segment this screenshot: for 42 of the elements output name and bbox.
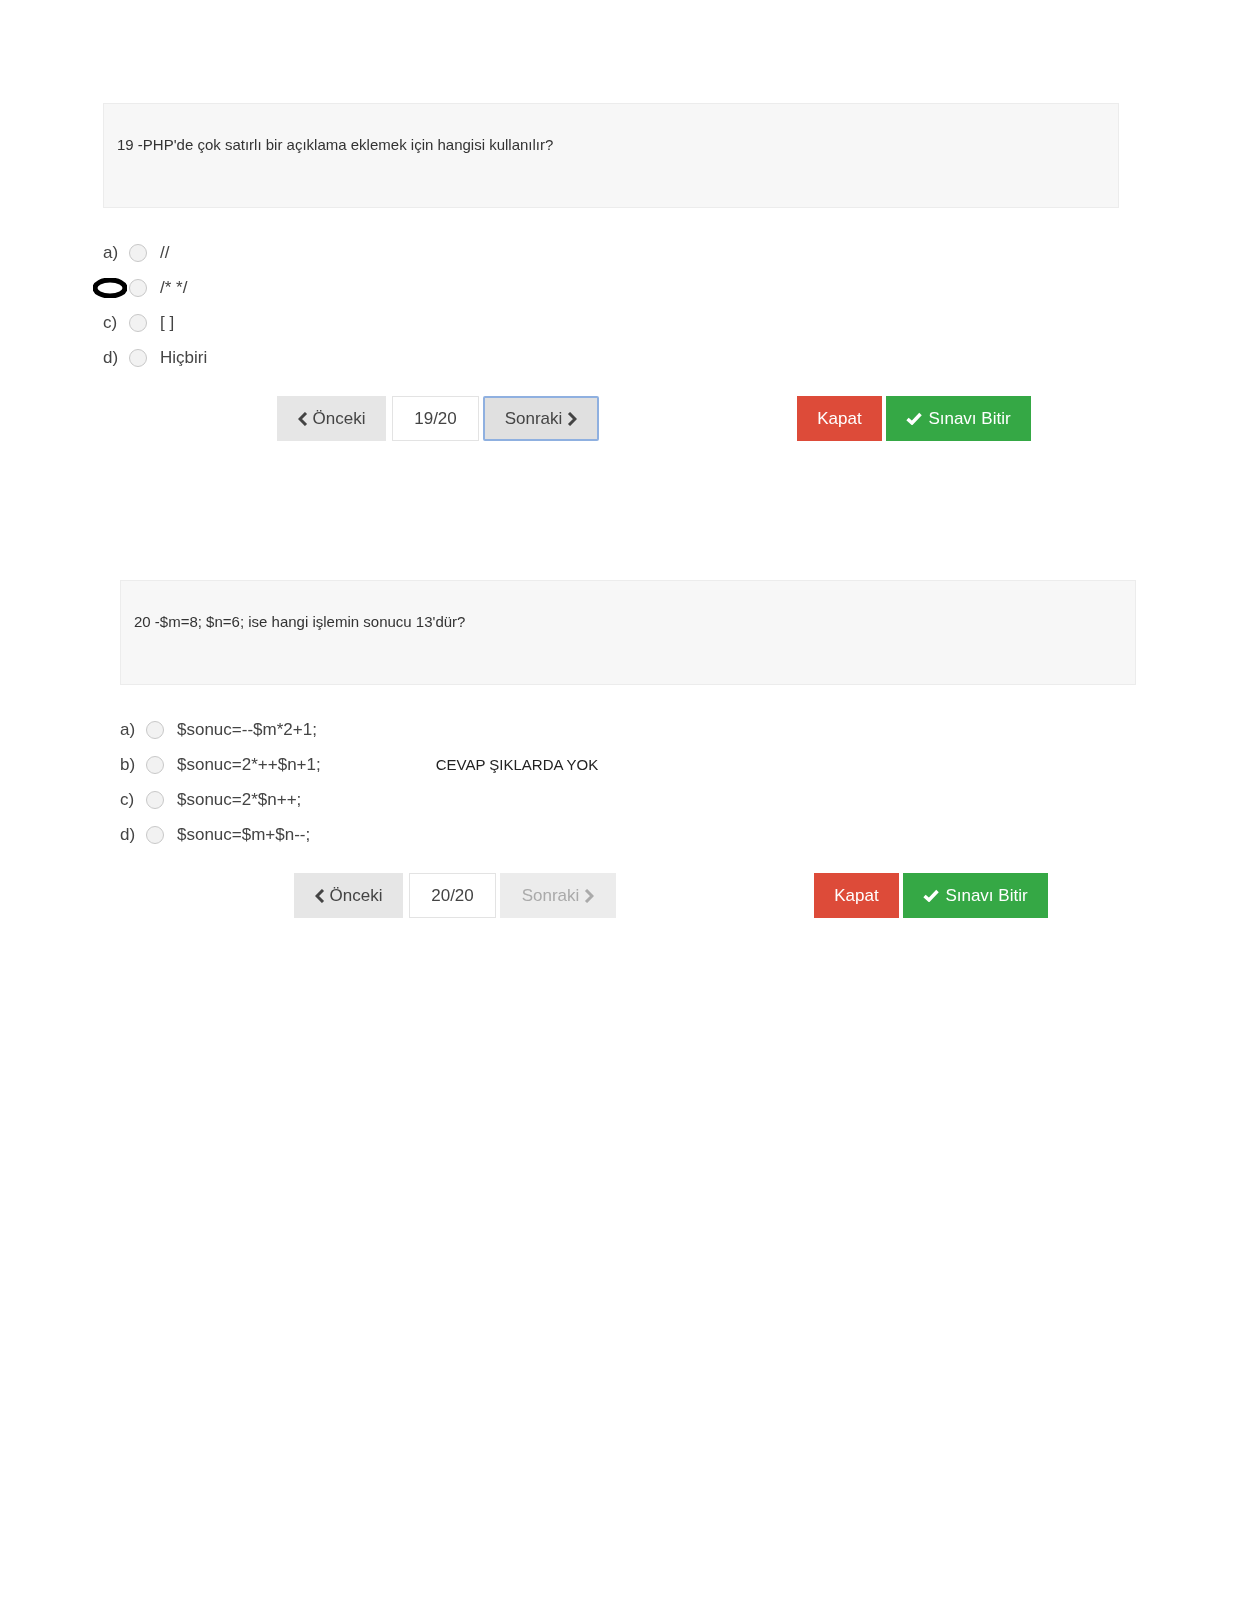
question-text: 20 -$m=8; $n=6; ise hangi işlemin sonucu 13'dür? — [134, 613, 466, 630]
option-text: [ ] — [160, 311, 175, 334]
option-letter: b) — [120, 753, 136, 776]
radio-button[interactable] — [129, 243, 147, 262]
option-text: Hiçbiri — [160, 346, 208, 369]
page-counter: 19/20 — [392, 396, 479, 441]
option-letter: d) — [120, 823, 136, 846]
chevron-left-icon — [314, 888, 325, 903]
option-text: $sonuc=--$m*2+1; — [177, 718, 317, 741]
next-button: Sonraki — [500, 873, 616, 918]
next-button[interactable]: Sonraki — [483, 396, 599, 441]
option-letter: c) — [120, 788, 135, 811]
close-button[interactable]: Kapat — [797, 396, 882, 441]
radio-button[interactable] — [129, 313, 147, 332]
chevron-right-icon — [584, 888, 595, 903]
radio-button[interactable] — [146, 720, 164, 739]
previous-button[interactable]: Önceki — [277, 396, 386, 441]
option-letter: a) — [103, 241, 119, 264]
checkmark-icon — [923, 889, 940, 902]
finish-button[interactable]: Sınavı Bitir — [903, 873, 1048, 918]
option-text: /* */ — [160, 276, 188, 299]
option-text: $sonuc=2*$n++; — [177, 788, 302, 811]
page-counter: 20/20 — [409, 873, 496, 918]
option-text: $sonuc=2*++$n+1; — [177, 753, 321, 776]
option-letter: d) — [103, 346, 119, 369]
option-letter: c) — [103, 311, 118, 334]
option-text: $sonuc=$m+$n--; — [177, 823, 311, 846]
option-letter: a) — [120, 718, 136, 741]
question-text: 19 -PHP'de çok satırlı bir açıklama eklemek için hangisi kullanılır? — [117, 136, 554, 153]
checkmark-icon — [906, 412, 923, 425]
answer-note: CEVAP ŞIKLARDA YOK — [435, 756, 599, 773]
option-text: // — [160, 241, 170, 264]
radio-button[interactable] — [129, 278, 147, 297]
chevron-left-icon — [297, 411, 308, 426]
previous-button[interactable]: Önceki — [294, 873, 403, 918]
chevron-right-icon — [567, 411, 578, 426]
radio-button[interactable] — [129, 348, 147, 367]
close-button[interactable]: Kapat — [814, 873, 899, 918]
radio-button[interactable] — [146, 755, 164, 774]
finish-button[interactable]: Sınavı Bitir — [886, 396, 1031, 441]
radio-button[interactable] — [146, 825, 164, 844]
radio-button[interactable] — [146, 790, 164, 809]
